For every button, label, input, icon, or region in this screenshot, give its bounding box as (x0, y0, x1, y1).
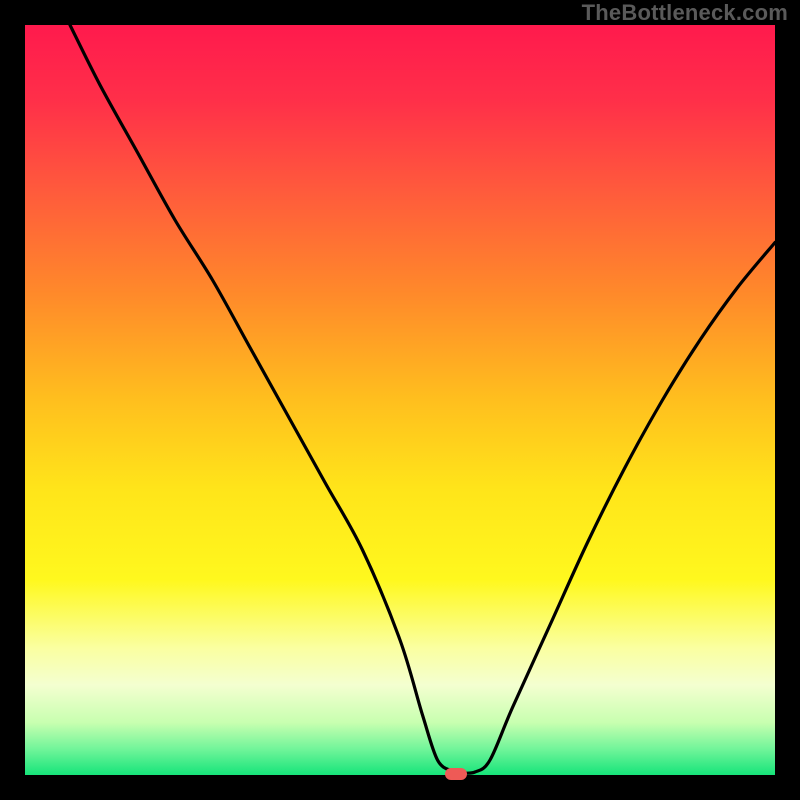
outer-frame: TheBottleneck.com (0, 0, 800, 800)
attribution-text: TheBottleneck.com (582, 0, 788, 26)
bottleneck-chart (25, 25, 775, 775)
optimal-point-marker (445, 768, 467, 780)
